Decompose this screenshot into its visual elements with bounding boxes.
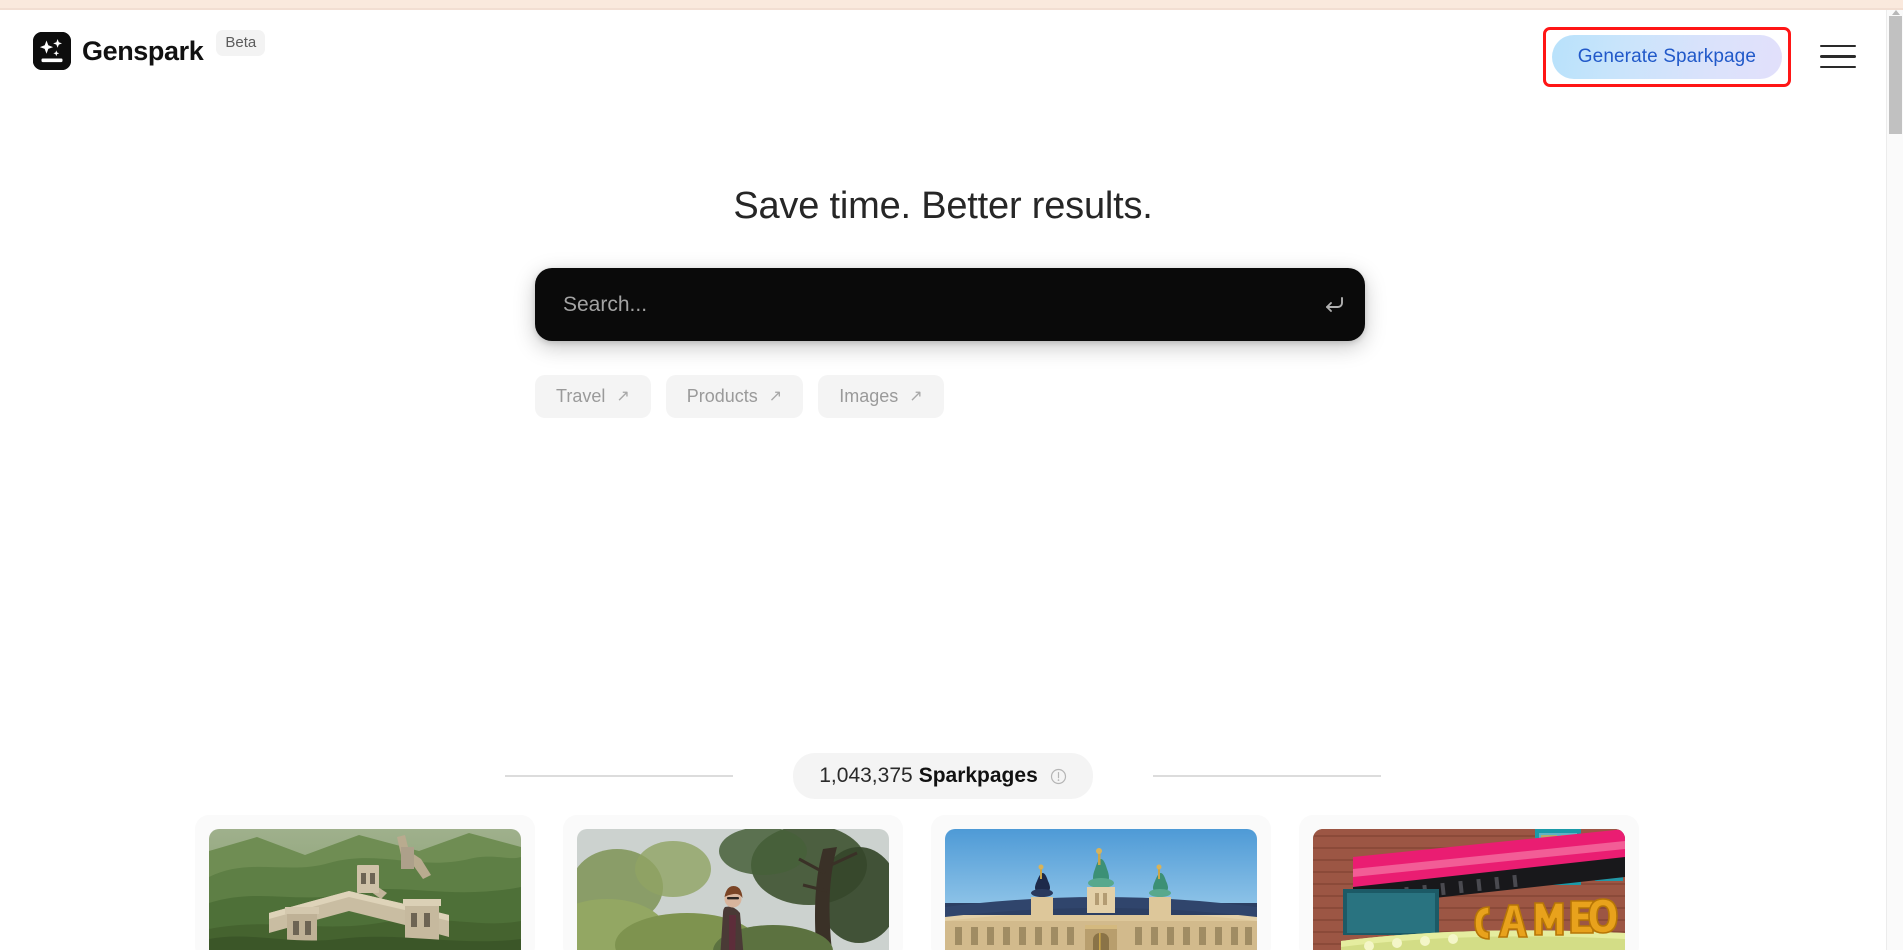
chip-products[interactable]: Products ↗: [665, 375, 804, 418]
card-thumbnail-cameo-theater-marquee: [1313, 829, 1625, 950]
sparkle-logo-icon: [33, 32, 71, 70]
hamburger-line: [1820, 65, 1856, 69]
sparkpages-counter-row: 1,043,375 Sparkpages: [0, 753, 1886, 799]
brand-name: Genspark: [82, 35, 204, 66]
sparkpage-card-cameo-theater-marquee[interactable]: [1299, 815, 1639, 950]
chip-label: Products: [686, 386, 758, 406]
sparkpage-card-great-wall-of-china[interactable]: [195, 815, 535, 950]
divider-line-left: [505, 775, 734, 777]
hamburger-menu-icon[interactable]: [1820, 43, 1856, 70]
scrollbar-thumb[interactable]: [1889, 16, 1902, 134]
chip-label: Travel: [556, 386, 606, 406]
hamburger-line: [1820, 55, 1856, 58]
brand-logo-block[interactable]: Genspark Beta: [33, 30, 266, 70]
page-header: Genspark Beta Generate Sparkpage: [0, 10, 1886, 95]
card-thumbnail-woman-in-park: [577, 829, 889, 950]
card-thumbnail-hofburg-palace-vienna: [945, 829, 1257, 950]
page-scrollbar[interactable]: [1886, 10, 1903, 950]
page-title: Save time. Better results.: [733, 185, 1153, 227]
sparkpage-card-hofburg-palace-vienna[interactable]: [931, 815, 1271, 950]
arrow-up-right-icon: ↗: [768, 387, 783, 405]
chip-label: Images: [839, 386, 899, 406]
info-circle-exclamation-icon[interactable]: [1050, 768, 1067, 785]
card-thumbnail-great-wall-of-china: [209, 829, 521, 950]
sparkpage-card-woman-in-park[interactable]: [563, 815, 903, 950]
generate-sparkpage-highlight-box: Generate Sparkpage: [1542, 27, 1791, 87]
hamburger-line: [1820, 44, 1856, 48]
arrow-up-right-icon: ↗: [909, 387, 923, 405]
page-viewport: Genspark Beta Generate Sparkpage Save ti…: [0, 10, 1886, 950]
divider-line-right: [1152, 775, 1381, 777]
arrow-up-right-icon: ↗: [616, 387, 630, 405]
sparkpage-cards-row: [195, 815, 1639, 950]
sparkpages-count: 1,043,375: [819, 764, 913, 787]
category-chips: Travel ↗ Products ↗ Images ↗: [535, 375, 944, 418]
search-bar[interactable]: [535, 268, 1365, 341]
sparkpages-counter: 1,043,375 Sparkpages: [793, 753, 1093, 799]
generate-sparkpage-button[interactable]: Generate Sparkpage: [1551, 35, 1782, 79]
chip-travel[interactable]: Travel ↗: [535, 375, 651, 418]
beta-badge: Beta: [216, 30, 266, 56]
scrollbar-arrow-up-icon[interactable]: [1892, 10, 1900, 15]
sparkpages-label: Sparkpages: [918, 764, 1038, 787]
search-input[interactable]: [535, 292, 1303, 317]
browser-chrome-strip: [0, 0, 1903, 8]
enter-return-arrow-icon[interactable]: [1303, 268, 1365, 341]
chip-images[interactable]: Images ↗: [818, 375, 944, 418]
